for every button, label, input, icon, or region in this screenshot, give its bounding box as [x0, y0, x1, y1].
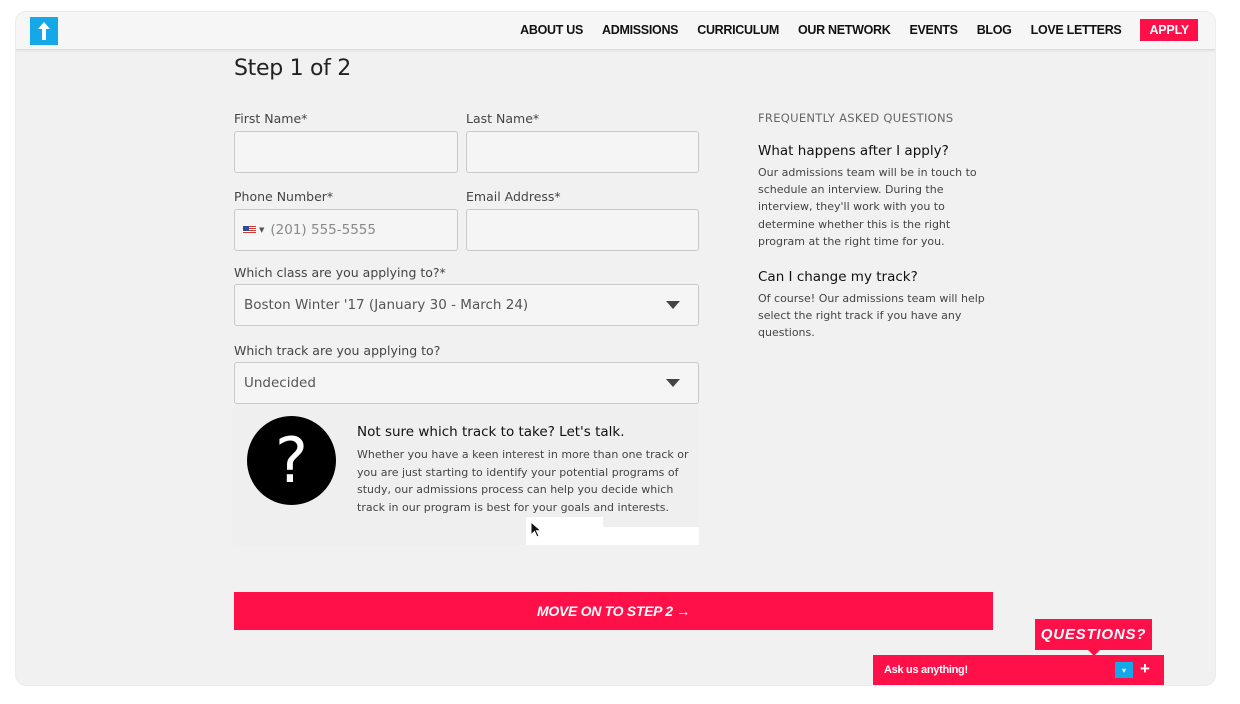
questions-tag[interactable]: QUESTIONS? [1035, 619, 1152, 656]
mouse-cursor-icon [530, 521, 543, 538]
email-field[interactable] [466, 209, 699, 251]
chat-expand-button[interactable]: + [1140, 659, 1150, 679]
apply-button[interactable]: APPLY [1140, 19, 1198, 41]
email-input[interactable] [467, 210, 698, 250]
faq-answer: Our admissions team will be in touch to … [758, 166, 977, 248]
chat-label: Ask us anything! [884, 664, 968, 676]
nav-events[interactable]: EVENTS [909, 23, 958, 37]
phone-field[interactable]: ▼ [234, 209, 458, 251]
nav-curriculum[interactable]: CURRICULUM [697, 23, 779, 37]
first-name-field[interactable] [234, 131, 458, 173]
last-name-field[interactable] [466, 131, 699, 173]
email-label: Email Address* [466, 189, 561, 204]
dropdown-caret-icon [666, 301, 680, 309]
last-name-label: Last Name* [466, 111, 540, 126]
us-flag-icon [243, 226, 256, 234]
top-nav: ABOUT US ADMISSIONS CURRICULUM OUR NETWO… [16, 12, 1215, 50]
track-select-label: Which track are you applying to? [234, 343, 441, 358]
phone-input[interactable] [264, 210, 457, 250]
country-code-selector[interactable]: ▼ [235, 226, 264, 234]
logo[interactable] [30, 17, 58, 45]
step-title: Step 1 of 2 [234, 56, 351, 81]
class-select[interactable]: Boston Winter '17 (January 30 - March 24… [234, 284, 699, 326]
nav-our-network[interactable]: OUR NETWORK [798, 23, 891, 37]
chat-minimize-button[interactable]: ▾ [1115, 662, 1133, 678]
track-select-value: Undecided [244, 375, 316, 391]
faq-answer: Of course! Our admissions team will help… [758, 292, 985, 340]
nav-love-letters[interactable]: LOVE LETTERS [1031, 23, 1122, 37]
next-step-button[interactable]: MOVE ON TO STEP 2 → [234, 592, 993, 630]
dropdown-caret-icon [666, 379, 680, 387]
nav-about-us[interactable]: ABOUT US [520, 23, 583, 37]
class-select-label: Which class are you applying to?* [234, 265, 446, 280]
faq-heading: FREQUENTLY ASKED QUESTIONS [758, 111, 954, 125]
chat-widget-bar[interactable]: Ask us anything! ▾ + [873, 655, 1164, 685]
last-name-input[interactable] [467, 132, 698, 172]
help-title: Not sure which track to take? Let's talk… [357, 424, 625, 440]
help-box-overlay-strip [603, 517, 699, 527]
nav-blog[interactable]: BLOG [977, 23, 1012, 37]
faq-question: What happens after I apply? [758, 143, 949, 159]
first-name-input[interactable] [235, 132, 457, 172]
track-select[interactable]: Undecided [234, 362, 699, 404]
question-mark-icon: ? [247, 416, 336, 505]
browser-page: ABOUT US ADMISSIONS CURRICULUM OUR NETWO… [16, 12, 1215, 685]
up-arrow-icon [38, 22, 50, 40]
first-name-label: First Name* [234, 111, 308, 126]
nav-links: ABOUT US ADMISSIONS CURRICULUM OUR NETWO… [501, 19, 1198, 41]
phone-label: Phone Number* [234, 189, 334, 204]
faq-question: Can I change my track? [758, 269, 918, 285]
help-text: Whether you have a keen interest in more… [357, 448, 689, 514]
class-select-value: Boston Winter '17 (January 30 - March 24… [244, 297, 529, 313]
nav-admissions[interactable]: ADMISSIONS [602, 23, 678, 37]
